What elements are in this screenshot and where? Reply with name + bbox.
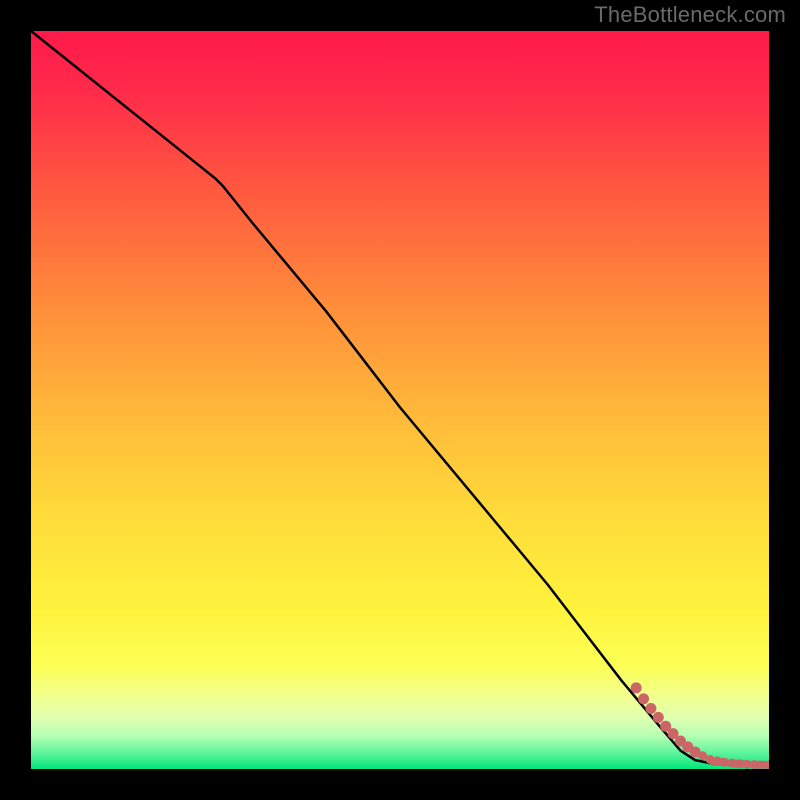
- series-marker-dot: [645, 703, 656, 714]
- chart-stage: TheBottleneck.com: [0, 0, 800, 800]
- watermark-label: TheBottleneck.com: [594, 2, 786, 28]
- chart-svg: [31, 31, 769, 769]
- series-marker-dot: [653, 712, 664, 723]
- chart-plot: [31, 31, 769, 769]
- series-marker-dot: [638, 693, 649, 704]
- series-marker-dot: [631, 682, 642, 693]
